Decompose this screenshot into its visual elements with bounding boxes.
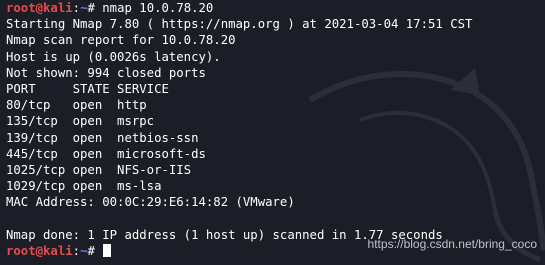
terminal-output: root@kali:~# nmap 10.0.78.20 Starting Nm… bbox=[6, 0, 541, 259]
command-text: nmap 10.0.78.20 bbox=[102, 1, 214, 15]
watermark-url: https://blog.csdn.net/bring_coco bbox=[367, 237, 537, 251]
output-line: Starting Nmap 7.80 ( https://nmap.org ) … bbox=[6, 17, 473, 32]
prompt-host: kali bbox=[43, 243, 73, 258]
prompt-colon: : bbox=[72, 243, 81, 258]
output-line: Host is up (0.0026s latency). bbox=[6, 49, 221, 64]
output-line: Nmap scan report for 10.0.78.20 bbox=[6, 33, 236, 48]
prompt-user: root bbox=[6, 1, 36, 15]
prompt-at: @ bbox=[35, 243, 44, 258]
output-line: 80/tcp open http bbox=[6, 98, 147, 113]
prompt-host: kali bbox=[43, 1, 73, 15]
output-line: PORT STATE SERVICE bbox=[6, 81, 169, 96]
output-line: 445/tcp open microsoft-ds bbox=[6, 146, 206, 161]
prompt-line: root@kali:~# nmap 10.0.78.20 bbox=[6, 0, 541, 16]
output-line: 135/tcp open msrpc bbox=[6, 114, 155, 129]
prompt-user: root bbox=[6, 243, 36, 258]
terminal-window[interactable]: root@kali:~# nmap 10.0.78.20 Starting Nm… bbox=[0, 0, 545, 265]
output-line: MAC Address: 00:0C:29:E6:14:82 (VMware) bbox=[6, 195, 295, 210]
output-line: 139/tcp open netbios-ssn bbox=[6, 130, 199, 145]
cursor-icon[interactable] bbox=[103, 243, 112, 257]
prompt-symbol: # bbox=[87, 1, 95, 15]
output-line: Not shown: 994 closed ports bbox=[6, 65, 206, 80]
prompt-colon: : bbox=[72, 1, 81, 15]
output-line: 1029/tcp open ms-lsa bbox=[6, 179, 162, 194]
prompt-at: @ bbox=[35, 1, 44, 15]
prompt-symbol: # bbox=[87, 243, 95, 258]
output-line: 1025/tcp open NFS-or-IIS bbox=[6, 162, 192, 177]
